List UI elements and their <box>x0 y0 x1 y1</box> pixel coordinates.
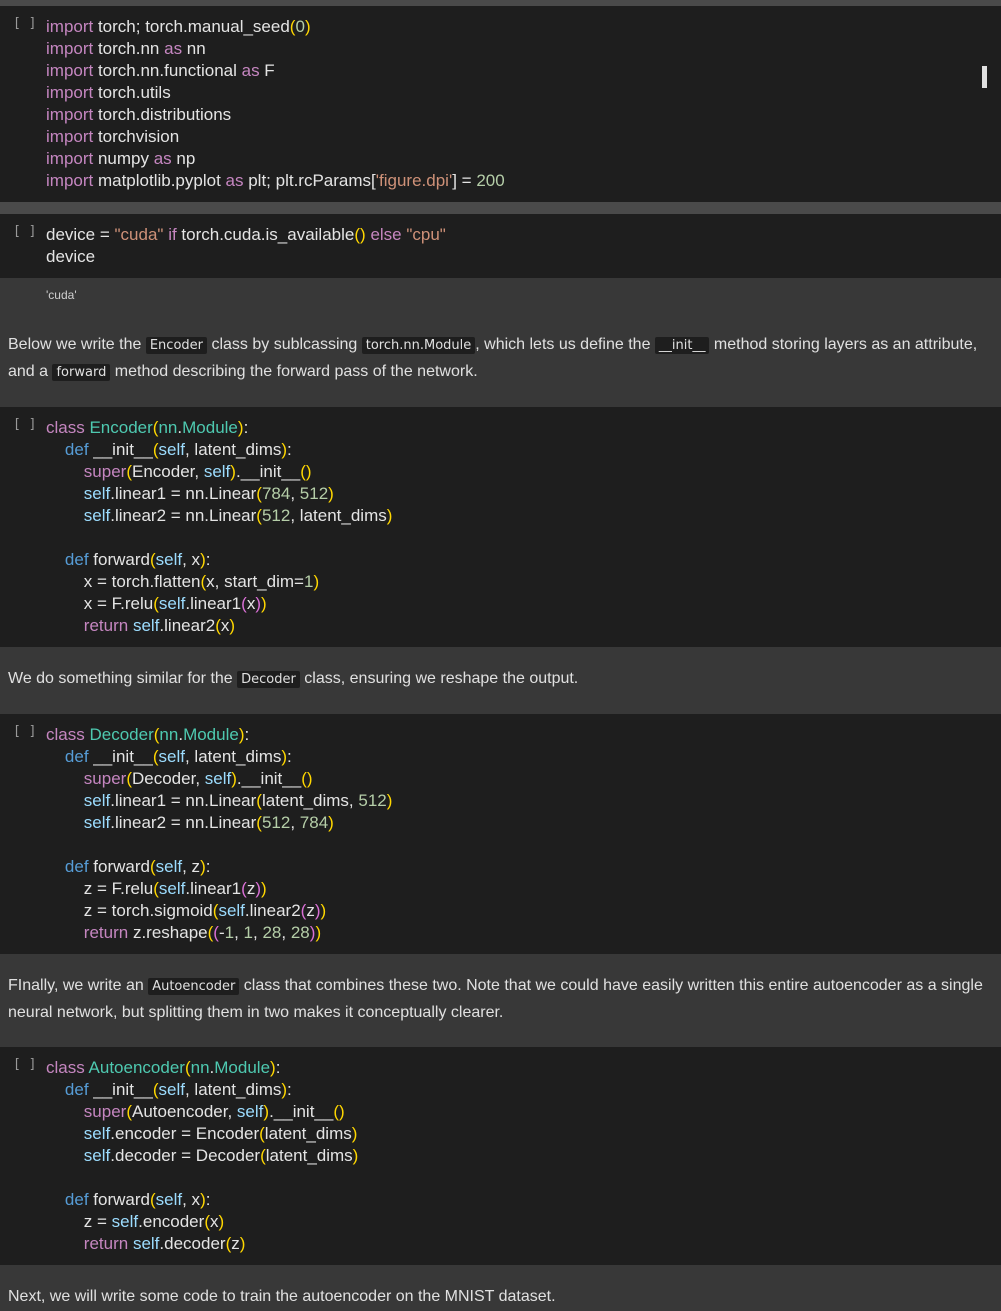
code-editor[interactable]: class Encoder(nn.Module): def __init__(s… <box>46 417 392 637</box>
run-cell-button[interactable]: [ ] <box>13 1057 36 1072</box>
run-cell-button[interactable]: [ ] <box>13 16 36 31</box>
code-line: class Autoencoder(nn.Module): <box>46 1058 281 1077</box>
inline-code: Encoder <box>145 337 207 354</box>
markdown-text: FInally, we write an Autoencoder class t… <box>8 973 995 1026</box>
code-line: x = torch.flatten(x, start_dim=1) <box>46 572 320 591</box>
code-line: self.linear1 = nn.Linear(784, 512) <box>83 484 334 503</box>
code-line: self.linear1 = nn.Linear(latent_dims, 51… <box>83 791 393 810</box>
code-line: import torch.nn.functional as F <box>46 61 275 80</box>
code-line: z = F.relu(self.linear1(z)) <box>46 879 267 898</box>
code-line: class Decoder(nn.Module): <box>46 725 250 744</box>
code-line: import matplotlib.pyplot as plt; plt.rcP… <box>46 171 505 190</box>
code-line: import torch.utils <box>46 83 171 102</box>
text: FInally, we write an <box>8 977 149 994</box>
inline-code: __init__ <box>654 337 710 354</box>
markdown-cell: We do something similar for the Decoder … <box>0 647 1001 714</box>
code-line: self.linear2 = nn.Linear(512, latent_dim… <box>83 506 393 525</box>
text: class by sublcassing <box>207 336 362 353</box>
code-line: device = "cuda" if torch.cuda.is_availab… <box>46 225 446 244</box>
code-cell-autoencoder[interactable]: [ ] class Autoencoder(nn.Module): def __… <box>0 1047 1001 1265</box>
code-editor[interactable]: import torch; torch.manual_seed(0)import… <box>46 16 505 192</box>
code-line: import torch.distributions <box>46 105 232 124</box>
inline-code: forward <box>52 364 111 381</box>
inline-code: torch.nn.Module <box>361 337 476 354</box>
code-line: x = F.relu(self.linear1(x)) <box>46 594 267 613</box>
run-cell-button[interactable]: [ ] <box>13 417 36 432</box>
text: Next, we will write some code to train t… <box>8 1288 556 1305</box>
markdown-text: Below we write the Encoder class by subl… <box>8 332 995 386</box>
code-cell-device[interactable]: [ ] device = "cuda" if torch.cuda.is_ava… <box>0 214 1001 278</box>
code-cell-encoder[interactable]: [ ] class Encoder(nn.Module): def __init… <box>0 407 1001 647</box>
code-editor[interactable]: class Autoencoder(nn.Module): def __init… <box>46 1057 358 1255</box>
code-line: super(Encoder, self).__init__() <box>83 462 312 481</box>
text: , which lets us define the <box>475 336 655 353</box>
text: class, ensuring we reshape the output. <box>299 670 579 687</box>
code-editor[interactable]: device = "cuda" if torch.cuda.is_availab… <box>46 224 446 268</box>
code-line: z = self.encoder(x) <box>46 1212 225 1231</box>
code-line: super(Decoder, self).__init__() <box>83 769 313 788</box>
markdown-text: Next, we will write some code to train t… <box>8 1284 995 1310</box>
code-line: z = torch.sigmoid(self.linear2(z)) <box>46 901 327 920</box>
code-cell-imports[interactable]: [ ] import torch; torch.manual_seed(0) im… <box>0 6 1001 202</box>
code-line: def forward(self, z): <box>64 857 211 876</box>
code-line: import torch; torch.manual_seed(0) <box>46 17 311 36</box>
code-line: class Encoder(nn.Module): <box>46 418 249 437</box>
code-line: return z.reshape((-1, 1, 28, 28)) <box>83 923 322 942</box>
inline-code: Decoder <box>237 671 300 688</box>
cursor-caret <box>982 66 987 88</box>
code-line: device <box>46 247 96 266</box>
code-editor[interactable]: class Decoder(nn.Module): def __init__(s… <box>46 724 392 944</box>
text: method describing the forward pass of th… <box>110 363 478 380</box>
code-line: super(Autoencoder, self).__init__() <box>83 1102 345 1121</box>
output-value: 'cuda' <box>46 288 77 302</box>
text: Below we write the <box>8 336 146 353</box>
code-line: def __init__(self, latent_dims): <box>64 747 292 766</box>
cell-separator <box>0 202 1001 214</box>
code-cell-decoder[interactable]: [ ] class Decoder(nn.Module): def __init… <box>0 714 1001 954</box>
run-cell-button[interactable]: [ ] <box>13 724 36 739</box>
text: We do something similar for the <box>8 670 238 687</box>
code-line: return self.decoder(z) <box>83 1234 246 1253</box>
markdown-cell: Next, we will write some code to train t… <box>0 1265 1001 1311</box>
code-line: import numpy as np <box>46 149 196 168</box>
inline-code: Autoencoder <box>148 978 240 995</box>
code-line: def __init__(self, latent_dims): <box>64 1080 292 1099</box>
code-line: import torch.nn as nn <box>46 39 206 58</box>
code-line: def forward(self, x): <box>64 1190 211 1209</box>
markdown-cell: FInally, we write an Autoencoder class t… <box>0 954 1001 1047</box>
code-line: self.linear2 = nn.Linear(512, 784) <box>83 813 334 832</box>
cell-output: 'cuda' <box>0 278 1001 318</box>
code-line: def __init__(self, latent_dims): <box>64 440 292 459</box>
code-line: self.decoder = Decoder(latent_dims) <box>83 1146 359 1165</box>
code-line: import torchvision <box>46 127 180 146</box>
code-line: def forward(self, x): <box>64 550 211 569</box>
code-line: self.encoder = Encoder(latent_dims) <box>83 1124 358 1143</box>
markdown-text: We do something similar for the Decoder … <box>8 666 995 693</box>
run-cell-button[interactable]: [ ] <box>13 224 36 239</box>
markdown-cell: Below we write the Encoder class by subl… <box>0 318 1001 407</box>
code-line: return self.linear2(x) <box>83 616 236 635</box>
